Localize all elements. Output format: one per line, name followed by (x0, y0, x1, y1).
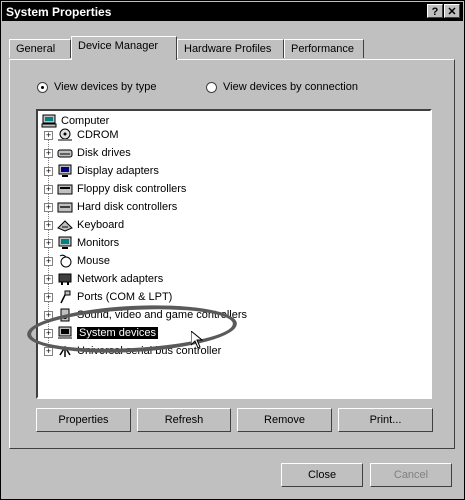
expand-icon[interactable]: + (44, 130, 53, 140)
expand-icon[interactable]: + (44, 256, 53, 266)
tree-item-disk-drives[interactable]: + Disk drives (44, 145, 131, 161)
properties-button[interactable]: Properties (36, 408, 131, 432)
cancel-button: Cancel (370, 463, 452, 487)
tree-item-monitors[interactable]: + Monitors (44, 235, 119, 251)
tree-item-label: Monitors (77, 237, 120, 249)
hard-disk-controller-icon (57, 202, 73, 213)
view-by-connection-label: View devices by connection (223, 81, 358, 93)
tree-item-mouse[interactable]: + Mouse (44, 253, 110, 269)
tab-performance[interactable]: Performance (284, 39, 364, 58)
tree-item-ports[interactable]: + Ports (COM & LPT) (44, 289, 172, 305)
tree-item-label: Keyboard (77, 219, 125, 231)
view-by-type-option[interactable]: View devices by type (37, 81, 157, 93)
disk-drive-icon (57, 149, 73, 158)
tree-item-label: Ports (COM & LPT) (77, 291, 173, 303)
monitor-icon (58, 236, 72, 249)
tree-item-label: CDROM (77, 129, 119, 141)
network-adapter-icon (58, 273, 72, 285)
mouse-cursor-icon (191, 331, 203, 349)
tree-item-network-adapters[interactable]: + Network adapters (44, 271, 163, 287)
view-by-connection-option[interactable]: View devices by connection (206, 81, 358, 93)
expand-icon[interactable]: + (44, 274, 53, 284)
tree-item-label: Mouse (77, 255, 111, 267)
close-window-button[interactable]: ✕ (444, 4, 460, 18)
tree-item-label: Hard disk controllers (77, 201, 178, 213)
computer-icon (41, 114, 57, 128)
expand-icon[interactable]: + (44, 292, 53, 302)
close-button[interactable]: Close (281, 463, 363, 487)
tree-item-label: Network adapters (77, 273, 164, 285)
keyboard-icon (57, 220, 73, 232)
tree-item-hard-disk-controllers[interactable]: + Hard disk controllers (44, 199, 177, 215)
tree-item-display-adapters[interactable]: + Display adapters (44, 163, 159, 179)
device-tree[interactable]: Computer + CDROM + Disk drives + Display… (36, 109, 432, 399)
expand-icon[interactable]: + (44, 166, 53, 176)
expand-icon[interactable]: + (44, 220, 53, 230)
remove-button[interactable]: Remove (237, 408, 332, 432)
port-icon (60, 290, 71, 304)
refresh-button[interactable]: Refresh (137, 408, 231, 432)
print-button[interactable]: Print... (338, 408, 433, 432)
title-bar: System Properties ? ✕ (2, 2, 463, 21)
view-by-type-label: View devices by type (54, 81, 157, 93)
cdrom-icon (58, 128, 72, 141)
tree-item-label: Floppy disk controllers (77, 183, 187, 195)
expand-icon[interactable]: + (44, 184, 53, 194)
mouse-icon (59, 254, 72, 268)
expand-icon[interactable]: + (44, 238, 53, 248)
radio-selected-icon (37, 81, 48, 93)
tree-root-label: Computer (61, 115, 110, 127)
tab-general[interactable]: General (9, 39, 71, 58)
tree-item-label: Disk drives (77, 147, 131, 159)
help-button[interactable]: ? (427, 4, 443, 18)
system-properties-window: System Properties ? ✕ General Device Man… (0, 0, 465, 500)
expand-icon[interactable]: + (44, 202, 53, 212)
tree-item-floppy-controllers[interactable]: + Floppy disk controllers (44, 181, 186, 197)
tree-item-label: Display adapters (77, 165, 159, 177)
tab-device-manager[interactable]: Device Manager (71, 36, 177, 60)
tab-hardware-profiles[interactable]: Hardware Profiles (177, 39, 284, 58)
expand-icon[interactable]: + (44, 148, 53, 158)
floppy-controller-icon (57, 184, 73, 195)
tree-item-cdrom[interactable]: + CDROM (44, 127, 119, 143)
tree-item-keyboard[interactable]: + Keyboard (44, 217, 124, 233)
display-adapter-icon (58, 164, 72, 177)
window-title: System Properties (6, 5, 112, 19)
radio-empty-icon (206, 81, 217, 93)
